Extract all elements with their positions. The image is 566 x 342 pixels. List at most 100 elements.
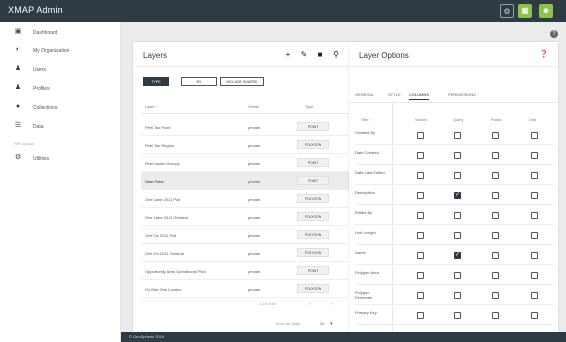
gear-icon: ⚙ <box>14 154 22 161</box>
search-checkbox[interactable] <box>417 252 424 259</box>
account-button[interactable]: ☻ <box>539 4 553 18</box>
table-row[interactable]: One Ox 2011 General private POLYGON <box>141 244 351 262</box>
layer-type-chip: POINT <box>297 122 329 131</box>
column-header-type[interactable]: Type <box>305 105 313 109</box>
link-checkbox[interactable] <box>531 212 538 219</box>
link-checkbox[interactable] <box>531 172 538 179</box>
table-row-selected[interactable]: Nine Pubs private POINT <box>141 172 351 190</box>
search-checkbox[interactable] <box>417 212 424 219</box>
sidebar-item-dashboard[interactable]: ▣ Dashboard <box>0 24 121 42</box>
tab-general[interactable]: GENERAL <box>355 92 374 97</box>
tab-columns[interactable]: COLUMNS <box>409 92 430 100</box>
table-row[interactable]: Peel Tax Point private POINT <box>141 118 351 136</box>
layer-owner: private <box>248 125 261 130</box>
filter-type-button[interactable]: TYPE <box>143 77 169 86</box>
query-checkbox[interactable] <box>454 152 461 159</box>
table-row[interactable]: Opportunity Area Operational Pilot privat… <box>141 262 351 280</box>
settings-button[interactable]: ⚙ <box>500 4 514 18</box>
sidebar-item-profiles[interactable]: ♟ Profiles <box>0 80 121 98</box>
trash-icon[interactable]: ■ <box>315 50 325 59</box>
layers-panel: Layers + ✎ ■ ⚲ TYPE BY INCLUDE SHARED La… <box>133 42 359 332</box>
column-field-name: Date Created <box>355 150 379 155</box>
tab-style[interactable]: STYLE <box>388 92 401 97</box>
query-checkbox[interactable] <box>454 212 461 219</box>
query-checkbox[interactable] <box>454 292 461 299</box>
query-checkbox[interactable] <box>454 232 461 239</box>
query-checkbox[interactable] <box>454 172 461 179</box>
filter-shared-button[interactable]: INCLUDE SHARED <box>220 77 264 86</box>
link-checkbox[interactable] <box>531 252 538 259</box>
public-checkbox[interactable] <box>492 272 499 279</box>
link-checkbox[interactable] <box>531 152 538 159</box>
public-checkbox[interactable] <box>492 232 499 239</box>
search-checkbox[interactable] <box>417 132 424 139</box>
query-checkbox[interactable] <box>454 191 461 199</box>
table-row[interactable]: One Lane 2011 General private POLYGON <box>141 208 351 226</box>
public-checkbox[interactable] <box>492 172 499 179</box>
layers-table-header: Layer ↑ Owner Type <box>141 100 351 114</box>
query-checkbox[interactable] <box>454 251 461 259</box>
public-checkbox[interactable] <box>492 132 499 139</box>
help-icon[interactable]: ? <box>550 30 558 38</box>
search-checkbox[interactable] <box>417 232 424 239</box>
filter-by-button[interactable]: BY <box>181 77 217 86</box>
help-icon[interactable]: ❓ <box>539 50 549 58</box>
sidebar-item-organisation[interactable]: ◐ My Organisation <box>0 42 121 60</box>
sidebar-item-utilities[interactable]: ⚙ Utilities <box>0 150 121 168</box>
link-checkbox[interactable] <box>531 132 538 139</box>
sidebar-item-label: Data <box>33 124 44 130</box>
layer-type-chip: POLYGON <box>297 140 329 149</box>
layer-name: Peel Tax Region <box>145 143 175 148</box>
public-checkbox[interactable] <box>492 292 499 299</box>
public-checkbox[interactable] <box>492 212 499 219</box>
search-checkbox[interactable] <box>417 292 424 299</box>
layer-name: Peel Under Occupy <box>145 161 180 166</box>
sidebar-item-data[interactable]: ☰ Data <box>0 118 121 136</box>
table-row[interactable]: One Lane 2011 Poll private POLYGON <box>141 190 351 208</box>
table-row[interactable]: Ox Bob One London private POLYGON <box>141 280 351 298</box>
table-row[interactable]: Peel Tax Region private POLYGON <box>141 136 351 154</box>
search-checkbox[interactable] <box>417 172 424 179</box>
link-checkbox[interactable] <box>531 272 538 279</box>
column-field-name: Description <box>355 190 376 195</box>
globe-icon: ◐ <box>15 46 21 53</box>
search-checkbox[interactable] <box>417 272 424 279</box>
public-checkbox[interactable] <box>492 192 499 199</box>
link-checkbox[interactable] <box>531 292 538 299</box>
search-icon[interactable]: ⚲ <box>331 50 341 59</box>
apps-button[interactable]: ▦ <box>518 4 532 18</box>
link-checkbox[interactable] <box>531 312 538 319</box>
link-checkbox[interactable] <box>531 232 538 239</box>
chevron-down-icon[interactable]: ▾ <box>330 321 333 327</box>
sidebar-item-collections[interactable]: ● Collections <box>0 99 121 117</box>
public-checkbox[interactable] <box>492 312 499 319</box>
rows-per-page-select[interactable]: 10 <box>320 322 324 326</box>
layer-type-chip: POINT <box>297 176 329 185</box>
link-checkbox[interactable] <box>531 192 538 199</box>
public-checkbox[interactable] <box>492 252 499 259</box>
table-row[interactable]: One Ox 2011 Poll private POLYGON <box>141 226 351 244</box>
public-checkbox[interactable] <box>492 152 499 159</box>
column-header-owner[interactable]: Owner <box>248 105 259 109</box>
layer-owner: private <box>248 143 261 148</box>
search-checkbox[interactable] <box>417 312 424 319</box>
search-checkbox[interactable] <box>417 192 424 199</box>
tab-permissions[interactable]: PERMISSIONS <box>448 92 476 97</box>
table-row[interactable]: Peel Under Occupy private POINT <box>141 154 351 172</box>
pagination-prev-button[interactable]: ‹ <box>309 301 311 307</box>
pagination-next-button[interactable]: › <box>331 301 333 307</box>
search-checkbox[interactable] <box>417 152 424 159</box>
column-field-name: Edited By <box>355 210 373 215</box>
sidebar-item-users[interactable]: ♟ Users <box>0 61 121 79</box>
column-option-row: Date Last Edited <box>355 167 555 185</box>
plus-icon[interactable]: + <box>283 50 293 59</box>
pencil-icon[interactable]: ✎ <box>299 50 309 59</box>
column-header-name[interactable]: Layer ↑ <box>145 105 157 109</box>
query-checkbox[interactable] <box>454 132 461 139</box>
query-checkbox[interactable] <box>454 312 461 319</box>
column-header-title[interactable]: Title ↑ <box>361 118 371 122</box>
table-icon: ☰ <box>14 122 22 129</box>
layer-type-chip: POLYGON <box>297 284 329 293</box>
layer-name: One Ox 2011 Poll <box>145 233 177 238</box>
query-checkbox[interactable] <box>454 272 461 279</box>
